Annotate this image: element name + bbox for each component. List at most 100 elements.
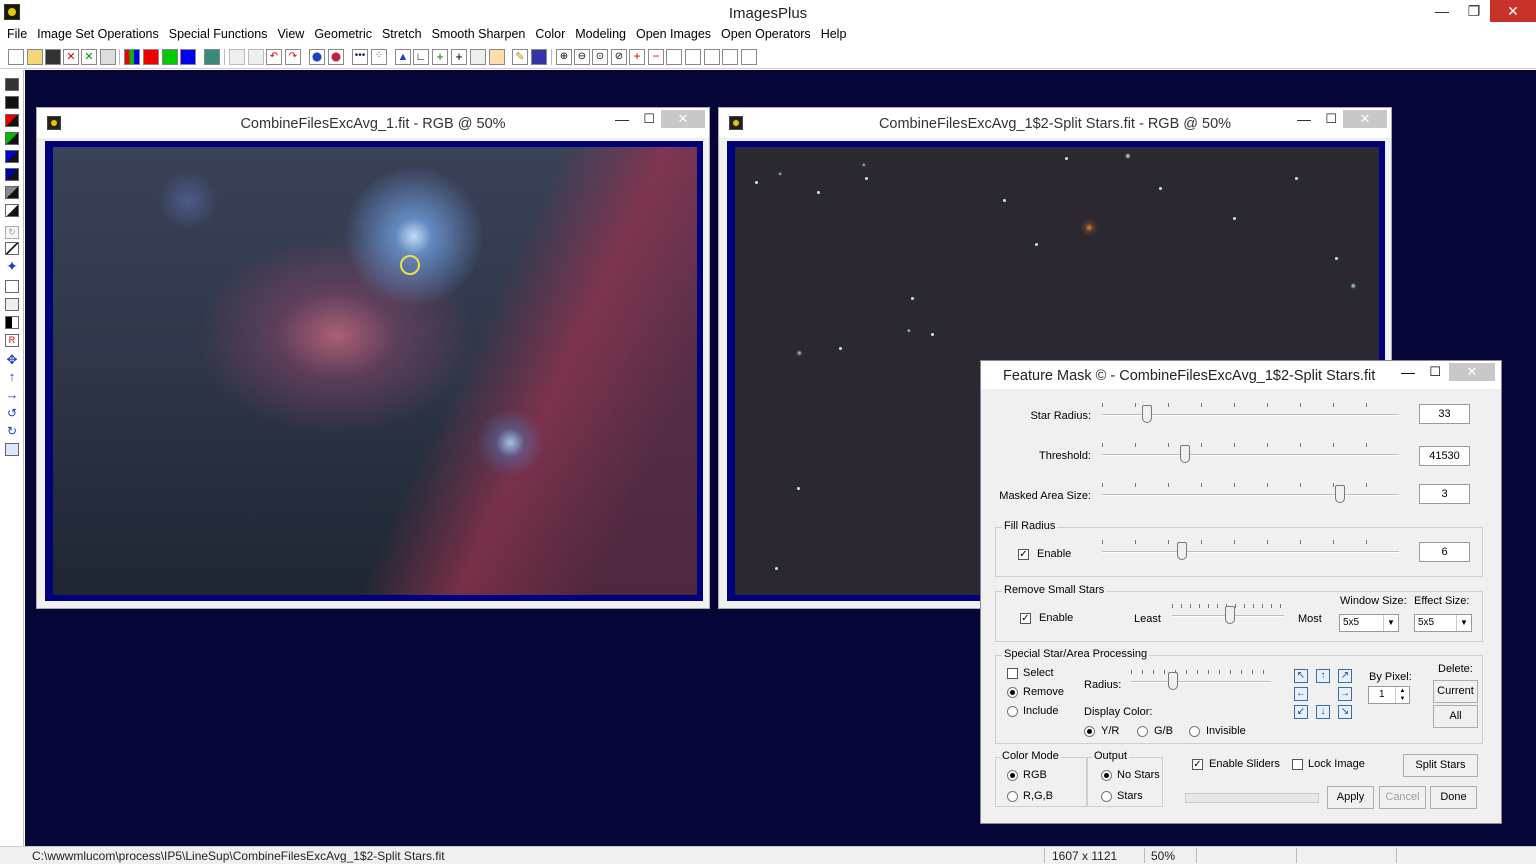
move-tool-icon[interactable]: ✥ [5, 353, 19, 367]
close-button[interactable]: ✕ [1343, 110, 1387, 128]
channel-tool-icon[interactable] [5, 168, 19, 181]
remove-small-thumb[interactable] [1225, 606, 1236, 624]
zoom-in-icon[interactable]: ⊕ [556, 49, 572, 65]
rgb-radio[interactable] [1007, 770, 1018, 781]
star-radius-slider[interactable] [1102, 403, 1399, 423]
redo-icon[interactable]: ↷ [285, 49, 301, 65]
gb-radio[interactable] [1137, 726, 1148, 737]
dialog-close-button[interactable]: ✕ [1449, 363, 1495, 381]
menu-open-images[interactable]: Open Images [631, 26, 716, 46]
no-stars-radio[interactable] [1101, 770, 1112, 781]
close-button[interactable]: ✕ [661, 110, 705, 128]
refresh-tool-icon[interactable]: ↻ [5, 226, 19, 239]
zoom-actual-icon[interactable]: ⊘ [611, 49, 627, 65]
frame-1-icon[interactable] [666, 49, 682, 65]
green-channel-icon[interactable] [162, 49, 178, 65]
open-folder-icon[interactable] [27, 49, 43, 65]
menu-view[interactable]: View [272, 26, 309, 46]
arrow-left-icon[interactable]: ← [1294, 687, 1308, 701]
done-button[interactable]: Done [1430, 786, 1477, 809]
invisible-radio[interactable] [1189, 726, 1200, 737]
dotted-line-icon[interactable]: ••• [352, 49, 368, 65]
arrow-right-tool-icon[interactable]: → [5, 388, 19, 402]
select-rect-icon[interactable] [5, 280, 19, 293]
red-box-icon[interactable]: R [5, 334, 19, 347]
masked-area-slider[interactable] [1102, 483, 1399, 503]
red-channel-icon[interactable] [143, 49, 159, 65]
fill-radius-thumb[interactable] [1177, 542, 1188, 560]
menu-stretch[interactable]: Stretch [377, 26, 427, 46]
feature-mask-dialog[interactable]: Feature Mask © - CombineFilesExcAvg_1$2-… [980, 360, 1502, 824]
threshold-slider[interactable] [1102, 443, 1399, 463]
frame-2-icon[interactable] [685, 49, 701, 65]
menu-special-functions[interactable]: Special Functions [164, 26, 273, 46]
black-point-icon[interactable] [5, 96, 19, 109]
menu-color[interactable]: Color [530, 26, 570, 46]
special-radius-thumb[interactable] [1168, 672, 1178, 690]
chevron-down-icon[interactable]: ▼ [1383, 615, 1398, 631]
fill-radius-value[interactable]: 6 [1419, 542, 1470, 562]
target-blue-icon[interactable] [309, 49, 325, 65]
gray-tool-icon[interactable] [5, 186, 19, 199]
masked-area-thumb[interactable] [1334, 485, 1345, 503]
menu-file[interactable]: File [2, 26, 32, 46]
select-checkbox[interactable] [1007, 668, 1018, 679]
frame-4-icon[interactable] [722, 49, 738, 65]
new-file-icon[interactable] [8, 49, 24, 65]
app-minimize-button[interactable]: — [1426, 0, 1458, 22]
zoom-fit-icon[interactable]: ⊙ [592, 49, 608, 65]
close-image-icon[interactable]: ✕ [63, 49, 79, 65]
threshold-thumb[interactable] [1180, 445, 1191, 463]
calculator-icon[interactable] [470, 49, 486, 65]
dialog-maximize-button[interactable]: ☐ [1429, 364, 1441, 380]
menu-image-set-operations[interactable]: Image Set Operations [32, 26, 164, 46]
color-picker-icon[interactable] [489, 49, 505, 65]
arrow-up-icon[interactable]: ↑ [1316, 669, 1330, 683]
horsehead-nebula-image[interactable] [53, 147, 697, 595]
window-size-select[interactable]: 5x5 ▼ [1339, 614, 1399, 632]
masked-area-value[interactable]: 3 [1419, 484, 1470, 504]
fill-radius-enable-checkbox[interactable]: ✓ [1018, 549, 1029, 560]
blue-channel-icon[interactable] [180, 49, 196, 65]
image-window-1[interactable]: CombineFilesExcAvg_1.fit - RGB @ 50% — ☐… [36, 107, 710, 609]
enable-sliders-checkbox[interactable]: ✓ [1192, 759, 1203, 770]
save-tool-icon[interactable] [5, 78, 19, 91]
menu-open-operators[interactable]: Open Operators [716, 26, 816, 46]
minimize-button[interactable]: — [615, 111, 629, 127]
star-radius-value[interactable]: 33 [1419, 404, 1470, 424]
yr-radio[interactable] [1084, 726, 1095, 737]
menu-modeling[interactable]: Modeling [570, 26, 631, 46]
menu-help[interactable]: Help [816, 26, 852, 46]
target-red-icon[interactable] [328, 49, 344, 65]
half-black-icon[interactable] [5, 316, 19, 329]
curve-icon[interactable]: ∟ [413, 49, 429, 65]
star-radius-thumb[interactable] [1141, 405, 1152, 423]
list-tool-icon[interactable] [5, 298, 19, 311]
dialog-title-bar[interactable]: Feature Mask © - CombineFilesExcAvg_1$2-… [981, 361, 1501, 389]
blue-tool-icon[interactable] [5, 150, 19, 163]
menu-geometric[interactable]: Geometric [309, 26, 377, 46]
frame-5-icon[interactable] [741, 49, 757, 65]
by-pixel-spinner[interactable]: 1 ▲ ▼ [1368, 686, 1410, 704]
arrow-up-tool-icon[interactable]: ↑ [5, 370, 19, 384]
special-radius-slider[interactable] [1131, 670, 1271, 690]
remove-small-slider[interactable] [1172, 604, 1284, 624]
menu-smooth-sharpen[interactable]: Smooth Sharpen [427, 26, 531, 46]
cancel-button[interactable]: Cancel [1379, 786, 1426, 809]
print-icon[interactable] [100, 49, 116, 65]
app-close-button[interactable]: ✕ [1490, 0, 1536, 22]
fill-radius-slider[interactable] [1102, 540, 1399, 560]
frame-3-icon[interactable] [704, 49, 720, 65]
include-radio[interactable] [1007, 706, 1018, 717]
rotate-left-tool-icon[interactable]: ↺ [5, 407, 19, 420]
rgb-channels-icon[interactable] [124, 49, 140, 65]
grid-icon[interactable] [204, 49, 220, 65]
arrow-up-left-icon[interactable]: ↖ [1294, 669, 1308, 683]
spinner-arrows-icon[interactable]: ▲ ▼ [1395, 687, 1409, 703]
maximize-button[interactable]: ☐ [643, 111, 655, 127]
star-tool-icon[interactable]: ✦ [5, 259, 19, 273]
effect-size-select[interactable]: 5x5 ▼ [1414, 614, 1472, 632]
matrix-icon[interactable] [531, 49, 547, 65]
close-all-icon[interactable]: ✕ [81, 49, 97, 65]
image-window-1-title-bar[interactable]: CombineFilesExcAvg_1.fit - RGB @ 50% — ☐… [37, 108, 709, 138]
